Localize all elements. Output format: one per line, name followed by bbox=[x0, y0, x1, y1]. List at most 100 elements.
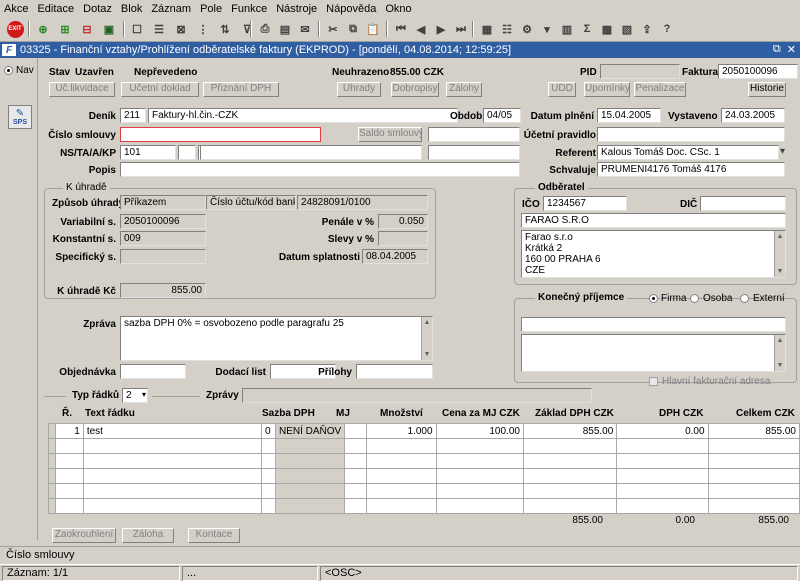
paste-icon[interactable]: 📋 bbox=[364, 20, 382, 38]
k-uhrade-field[interactable]: 855.00 bbox=[120, 283, 206, 298]
table-row[interactable] bbox=[48, 468, 800, 484]
new-record-icon[interactable]: ⊕ bbox=[34, 20, 52, 38]
penale-field[interactable]: 0.050 bbox=[378, 214, 428, 229]
odberatel-address-field[interactable]: Farao s.r.o Krátká 2 160 00 PRAHA 6 CZE … bbox=[521, 230, 786, 278]
sum-icon[interactable]: Σ bbox=[578, 20, 596, 38]
ta-field[interactable] bbox=[178, 145, 196, 160]
specificky-field[interactable] bbox=[120, 249, 206, 264]
restore-icon[interactable]: ⧉ bbox=[773, 43, 781, 56]
help-icon[interactable]: ? bbox=[658, 20, 676, 38]
udd-button[interactable]: UDD bbox=[548, 82, 576, 97]
prev-record-icon[interactable]: ◀ bbox=[412, 20, 430, 38]
scroll-down-icon[interactable]: ▼ bbox=[775, 266, 785, 277]
dobropisy-button[interactable]: Dobropisy bbox=[391, 82, 439, 97]
menu-okno[interactable]: Okno bbox=[385, 3, 411, 15]
referent-lov-icon[interactable]: ▾ bbox=[780, 146, 785, 157]
list-icon[interactable]: ☷ bbox=[498, 20, 516, 38]
scroll-down-icon[interactable]: ▼ bbox=[775, 360, 785, 371]
kp-field[interactable] bbox=[200, 145, 422, 160]
save-icon[interactable]: ▣ bbox=[100, 20, 118, 38]
menu-funkce[interactable]: Funkce bbox=[231, 3, 267, 15]
address-scrollbar[interactable]: ▲ ▼ bbox=[774, 231, 785, 277]
insert-icon[interactable]: ⊞ bbox=[56, 20, 74, 38]
hlavni-adresa-checkbox[interactable] bbox=[649, 377, 658, 386]
saldo-smlouvy-field[interactable] bbox=[428, 127, 520, 142]
block-icon[interactable]: ▦ bbox=[478, 20, 496, 38]
zpravy-field[interactable] bbox=[242, 388, 592, 403]
ucetni-pravidlo-field[interactable] bbox=[597, 127, 785, 142]
close-icon[interactable]: ✕ bbox=[787, 43, 796, 56]
uc-likvidace-button[interactable]: Úč.likvidace bbox=[49, 82, 115, 97]
table-row[interactable] bbox=[48, 498, 800, 514]
priznani-dph-button[interactable]: Přiznání DPH bbox=[203, 82, 279, 97]
ns-field[interactable]: 101 bbox=[120, 145, 176, 160]
radio-osoba[interactable] bbox=[690, 294, 699, 303]
zaokrouhleni-button[interactable]: Zaokrouhlení bbox=[52, 528, 116, 543]
typ-radku-select[interactable]: 2 ▾ bbox=[122, 388, 148, 403]
prijemce-address-field[interactable]: ▲ ▼ bbox=[521, 334, 786, 372]
zaloha-button[interactable]: Záloha bbox=[122, 528, 174, 543]
pid-field[interactable] bbox=[600, 64, 680, 79]
upominky-button[interactable]: Upomínky bbox=[584, 82, 630, 97]
query-icon[interactable]: ☐ bbox=[128, 20, 146, 38]
schvaluje-field[interactable]: PRUMENI4176 Tomáš 4176 bbox=[597, 162, 785, 177]
objednavka-field[interactable] bbox=[120, 364, 186, 379]
saldo-smlouvy-button[interactable]: Saldo smlouvy bbox=[358, 127, 422, 142]
popis-field[interactable] bbox=[120, 162, 520, 177]
count-icon[interactable]: ⋮ bbox=[194, 20, 212, 38]
datum-plneni-field[interactable]: 15.04.2005 bbox=[597, 108, 661, 123]
scroll-up-icon[interactable]: ▲ bbox=[422, 317, 432, 328]
cislo-uctu-field[interactable]: 24828091/0100 bbox=[297, 195, 428, 210]
lov-icon[interactable]: ▾ bbox=[538, 20, 556, 38]
first-record-icon[interactable]: ⏮ bbox=[392, 20, 410, 38]
historie-button[interactable]: Historie bbox=[748, 82, 786, 97]
calculator-icon[interactable]: ▧ bbox=[618, 20, 636, 38]
filter-icon[interactable]: ⊽ bbox=[238, 20, 256, 38]
ucetni-doklad-button[interactable]: Účetní doklad bbox=[121, 82, 199, 97]
table-row[interactable]: 1 test 0 NENÍ DAŇOV 1.000 100.00 855.00 … bbox=[48, 423, 800, 439]
nav-radio[interactable] bbox=[4, 66, 13, 75]
settings-icon[interactable]: ⚙ bbox=[518, 20, 536, 38]
prijemce-scrollbar[interactable]: ▲ ▼ bbox=[774, 335, 785, 371]
menu-napoveda[interactable]: Nápověda bbox=[326, 3, 376, 15]
scroll-down-icon[interactable]: ▼ bbox=[422, 349, 432, 360]
menu-nastroje[interactable]: Nástroje bbox=[276, 3, 317, 15]
copy-icon[interactable]: ⧉ bbox=[344, 20, 362, 38]
radio-externi[interactable] bbox=[740, 294, 749, 303]
radio-firma[interactable] bbox=[649, 294, 658, 303]
menu-dotaz[interactable]: Dotaz bbox=[83, 3, 112, 15]
menu-editace[interactable]: Editace bbox=[37, 3, 74, 15]
sps-button[interactable]: ✎ SPS bbox=[8, 105, 32, 129]
zpusob-uhrady-field[interactable]: Příkazem bbox=[120, 195, 206, 210]
slevy-field[interactable] bbox=[378, 231, 428, 246]
denik-code-field[interactable]: 211 bbox=[120, 108, 146, 123]
denik-name-field[interactable]: Faktury-hl.čin.-CZK bbox=[148, 108, 458, 123]
dic-field[interactable] bbox=[700, 196, 786, 211]
ns-extra-field[interactable] bbox=[428, 145, 520, 160]
menu-akce[interactable]: Akce bbox=[4, 3, 28, 15]
print-icon[interactable]: ⎙ bbox=[256, 20, 274, 38]
konstantni-field[interactable]: 009 bbox=[120, 231, 206, 246]
faktura-field[interactable]: 2050100096 bbox=[718, 64, 798, 79]
variabilni-field[interactable]: 2050100096 bbox=[120, 214, 206, 229]
prilohy-field[interactable] bbox=[356, 364, 433, 379]
prijemce-name-field[interactable] bbox=[521, 317, 786, 332]
table-row[interactable] bbox=[48, 438, 800, 454]
menu-blok[interactable]: Blok bbox=[121, 3, 142, 15]
grid-icon[interactable]: ▩ bbox=[598, 20, 616, 38]
cut-icon[interactable]: ✂ bbox=[324, 20, 342, 38]
referent-field[interactable]: Kalous Tomáš Doc. CSc. 1 bbox=[597, 145, 779, 160]
table-row[interactable] bbox=[48, 483, 800, 499]
uhrady-button[interactable]: Úhrady bbox=[337, 82, 381, 97]
sort-icon[interactable]: ⇅ bbox=[216, 20, 234, 38]
kontace-button[interactable]: Kontace bbox=[188, 528, 240, 543]
cislo-smlouvy-field[interactable] bbox=[120, 127, 321, 142]
export-icon[interactable]: ⇪ bbox=[638, 20, 656, 38]
odberatel-name-field[interactable]: FARAO S.R.O bbox=[521, 213, 786, 228]
scroll-up-icon[interactable]: ▲ bbox=[775, 231, 785, 242]
obdobi-field[interactable]: 04/05 bbox=[483, 108, 521, 123]
mail-icon[interactable]: ✉ bbox=[296, 20, 314, 38]
zalohy-button[interactable]: Zálohy bbox=[446, 82, 482, 97]
query-run-icon[interactable]: ☰ bbox=[150, 20, 168, 38]
next-record-icon[interactable]: ▶ bbox=[432, 20, 450, 38]
